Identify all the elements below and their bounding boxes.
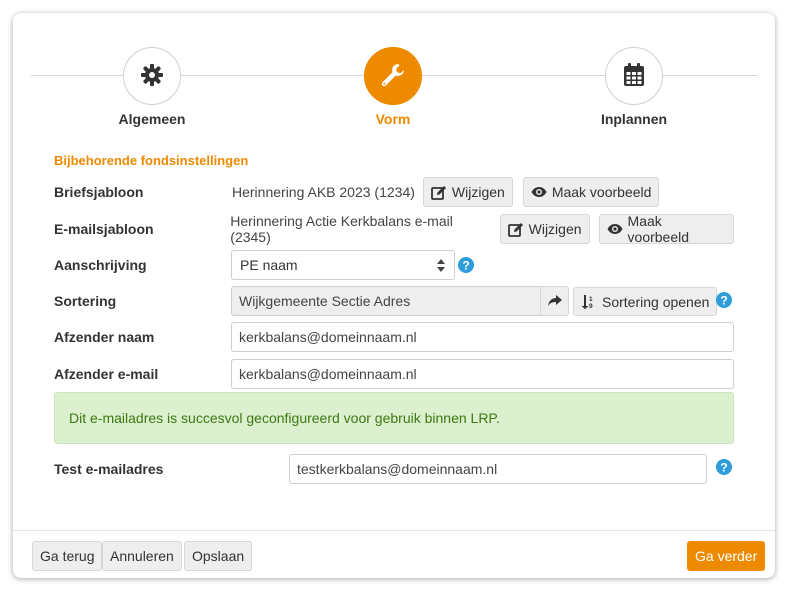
cancel-button-label: Annuleren	[110, 548, 174, 564]
svg-text:?: ?	[462, 258, 469, 272]
afzender-email-value: kerkbalans@domeinnaam.nl	[239, 366, 417, 382]
emailsjabloon-edit-button[interactable]: Wijzigen	[499, 214, 590, 244]
next-button[interactable]: Ga verder	[687, 541, 766, 571]
briefsjabloon-row: Briefsjabloon Herinnering AKB 2023 (1234…	[54, 177, 734, 207]
briefsjabloon-edit-label: Wijzigen	[451, 184, 505, 200]
success-alert-text: Dit e-mailadres is succesvol geconfigure…	[69, 410, 500, 426]
gear-icon	[140, 63, 164, 90]
footer-divider	[13, 530, 775, 531]
sortering-label: Sortering	[54, 293, 117, 309]
eye-icon	[607, 223, 623, 235]
section-title: Bijbehorende fondsinstellingen	[54, 153, 249, 168]
briefsjabloon-label: Briefsjabloon	[54, 184, 144, 200]
briefsjabloon-preview-button[interactable]: Maak voorbeeld	[522, 177, 660, 207]
aanschrijving-label: Aanschrijving	[54, 257, 147, 273]
share-arrow-icon	[547, 295, 562, 307]
cancel-button[interactable]: Annuleren	[102, 541, 182, 571]
afzender-email-label: Afzender e-mail	[54, 366, 159, 382]
sortering-open-button[interactable]: 19 Sortering openen	[573, 287, 718, 316]
edit-icon	[431, 185, 447, 200]
test-email-input[interactable]: testkerkbalans@domeinnaam.nl	[289, 454, 707, 484]
aanschrijving-select[interactable]: PE naam	[231, 250, 455, 280]
step-circle	[123, 47, 181, 105]
back-button-label: Ga terug	[40, 548, 95, 564]
calendar-icon	[623, 62, 645, 90]
emailsjabloon-edit-label: Wijzigen	[528, 221, 582, 237]
step-inplannen[interactable]: Inplannen	[574, 47, 694, 127]
briefsjabloon-value: Herinnering AKB 2023 (1234)	[232, 184, 415, 200]
step-label-vorm: Vorm	[375, 111, 411, 127]
afzender-email-input[interactable]: kerkbalans@domeinnaam.nl	[231, 359, 734, 389]
test-email-value: testkerkbalans@domeinnaam.nl	[297, 461, 498, 477]
save-button[interactable]: Opslaan	[184, 541, 253, 571]
sortering-field: Wijkgemeente Sectie Adres	[231, 286, 569, 316]
select-arrows-icon	[437, 259, 445, 275]
sort-icon: 19	[581, 294, 597, 309]
svg-text:9: 9	[589, 303, 593, 309]
back-button[interactable]: Ga terug	[32, 541, 103, 571]
test-email-help-icon[interactable]: ?	[716, 459, 732, 475]
step-label-algemeen: Algemeen	[118, 111, 186, 127]
eye-icon	[531, 186, 547, 198]
step-circle	[364, 47, 422, 105]
sortering-open-label: Sortering openen	[602, 293, 710, 310]
sortering-value: Wijkgemeente Sectie Adres	[239, 293, 411, 309]
briefsjabloon-preview-label: Maak voorbeeld	[551, 184, 652, 200]
afzender-naam-value: kerkbalans@domeinnaam.nl	[239, 329, 417, 345]
afzender-naam-input[interactable]: kerkbalans@domeinnaam.nl	[231, 322, 734, 352]
wrench-icon	[379, 61, 407, 92]
aanschrijving-selected: PE naam	[240, 257, 298, 273]
step-circle	[605, 47, 663, 105]
svg-text:?: ?	[720, 460, 727, 474]
afzender-naam-label: Afzender naam	[54, 329, 155, 345]
step-label-inplannen: Inplannen	[600, 111, 668, 127]
emailsjabloon-preview-label: Maak voorbeeld	[627, 213, 690, 245]
briefsjabloon-edit-button[interactable]: Wijzigen	[422, 177, 513, 207]
emailsjabloon-label: E-mailsjabloon	[54, 221, 154, 237]
emailsjabloon-value: Herinnering Actie Kerkbalans e-mail (234…	[230, 213, 453, 245]
aanschrijving-help-icon[interactable]: ?	[458, 257, 474, 273]
success-alert: Dit e-mailadres is succesvol geconfigure…	[54, 392, 734, 444]
svg-text:?: ?	[720, 293, 727, 307]
svg-text:1: 1	[589, 296, 593, 303]
step-vorm[interactable]: Vorm	[333, 47, 453, 127]
save-button-label: Opslaan	[192, 548, 245, 564]
step-algemeen[interactable]: Algemeen	[92, 47, 212, 127]
next-button-label: Ga verder	[695, 548, 758, 564]
sortering-share-button[interactable]	[540, 286, 569, 316]
wizard-card: Algemeen Vorm Inplannen Bijbehorende fon…	[13, 13, 775, 578]
test-email-label: Test e-mailadres	[54, 461, 164, 477]
edit-icon	[507, 222, 524, 237]
sortering-help-icon[interactable]: ?	[716, 292, 732, 308]
emailsjabloon-row: E-mailsjabloon Herinnering Actie Kerkbal…	[54, 213, 734, 245]
emailsjabloon-preview-button[interactable]: Maak voorbeeld	[598, 213, 734, 245]
